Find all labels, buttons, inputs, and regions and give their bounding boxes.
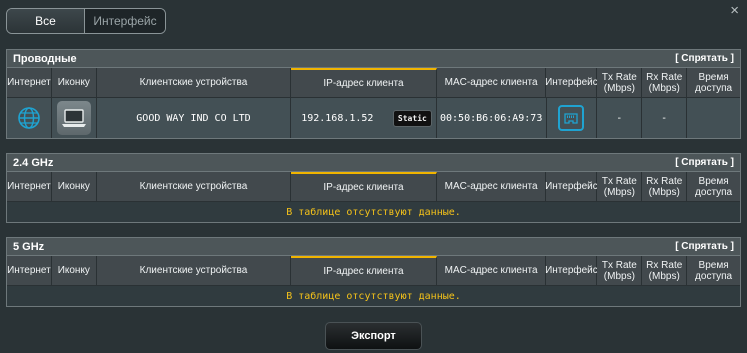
toggle-interface-button[interactable]: Интерфейс: [85, 9, 165, 33]
col-time[interactable]: Время доступа: [687, 256, 741, 286]
empty-table-message: В таблице отсутствуют данные.: [7, 202, 740, 222]
section-title: 2.4 GHz: [13, 156, 54, 169]
col-clients[interactable]: Клиентские устройства: [96, 172, 292, 202]
section-title: Проводные: [13, 52, 77, 65]
device-icon-cell: [51, 98, 97, 138]
ghz5-section-header: 5 GHz [ Спрятать ]: [7, 238, 740, 256]
client-name[interactable]: GOOD WAY IND CO LTD: [96, 98, 292, 138]
col-interface[interactable]: Интерфейс: [545, 172, 598, 202]
table-header-row: Интернет Иконку Клиентские устройства IP…: [7, 172, 741, 202]
ip-cell: 192.168.1.52 Static: [291, 98, 437, 138]
col-rx[interactable]: Rx Rate (Mbps): [642, 256, 688, 286]
internet-cell: [7, 98, 52, 138]
col-mac[interactable]: MAC-адрес клиента: [436, 68, 547, 98]
ghz5-section: 5 GHz [ Спрятать ] Интернет Иконку Клиен…: [6, 237, 741, 307]
export-button[interactable]: Экспорт: [325, 322, 422, 350]
col-interface[interactable]: Интерфейс: [545, 256, 598, 286]
col-ip[interactable]: IP-адрес клиента: [291, 172, 437, 202]
col-icon[interactable]: Иконку: [51, 256, 97, 286]
col-mac[interactable]: MAC-адрес клиента: [436, 256, 547, 286]
hide-wired-link[interactable]: [ Спрятать ]: [675, 53, 734, 64]
col-interface[interactable]: Интерфейс: [545, 68, 598, 98]
col-ip[interactable]: IP-адрес клиента: [291, 256, 437, 286]
col-time[interactable]: Время доступа: [687, 68, 741, 98]
client-ip: 192.168.1.52: [301, 112, 374, 124]
col-icon[interactable]: Иконку: [51, 172, 97, 202]
table-header-row: Интернет Иконку Клиентские устройства IP…: [7, 256, 741, 286]
col-tx[interactable]: Tx Rate (Mbps): [597, 256, 643, 286]
tx-rate: -: [597, 98, 643, 138]
col-rx[interactable]: Rx Rate (Mbps): [642, 172, 688, 202]
hide-ghz5-link[interactable]: [ Спрятать ]: [675, 241, 734, 252]
ethernet-port-icon: [558, 105, 585, 131]
laptop-icon[interactable]: [56, 101, 91, 135]
static-badge[interactable]: Static: [392, 109, 432, 127]
ghz24-section-header: 2.4 GHz [ Спрятать ]: [7, 154, 740, 172]
col-internet[interactable]: Интернет: [7, 256, 52, 286]
col-ip[interactable]: IP-адрес клиента: [291, 68, 437, 98]
toggle-all-button[interactable]: Все: [7, 9, 85, 33]
col-internet[interactable]: Интернет: [7, 172, 52, 202]
hide-ghz24-link[interactable]: [ Спрятать ]: [675, 157, 734, 168]
table-header-row: Интернет Иконку Клиентские устройства IP…: [7, 68, 741, 98]
col-internet[interactable]: Интернет: [7, 68, 52, 98]
section-title: 5 GHz: [13, 240, 45, 253]
col-tx[interactable]: Tx Rate (Mbps): [597, 68, 643, 98]
col-time[interactable]: Время доступа: [687, 172, 741, 202]
col-mac[interactable]: MAC-адрес клиента: [436, 172, 547, 202]
table-row[interactable]: GOOD WAY IND CO LTD 192.168.1.52 Static …: [7, 98, 740, 138]
access-time: [687, 98, 740, 138]
close-icon[interactable]: ×: [730, 3, 739, 19]
col-icon[interactable]: Иконку: [51, 68, 97, 98]
globe-icon[interactable]: [14, 103, 44, 133]
wired-section: Проводные [ Спрятать ] Интернет Иконку К…: [6, 49, 741, 139]
wired-section-header: Проводные [ Спрятать ]: [7, 50, 740, 68]
client-mac: 00:50:B6:06:A9:73: [436, 98, 547, 138]
col-clients[interactable]: Клиентские устройства: [96, 256, 292, 286]
col-clients[interactable]: Клиентские устройства: [96, 68, 292, 98]
ghz24-section: 2.4 GHz [ Спрятать ] Интернет Иконку Кли…: [6, 153, 741, 223]
col-rx[interactable]: Rx Rate (Mbps): [642, 68, 688, 98]
view-toggle: Все Интерфейс: [6, 8, 166, 34]
empty-table-message: В таблице отсутствуют данные.: [7, 286, 740, 306]
interface-cell: [546, 98, 598, 138]
rx-rate: -: [642, 98, 688, 138]
col-tx[interactable]: Tx Rate (Mbps): [597, 172, 643, 202]
